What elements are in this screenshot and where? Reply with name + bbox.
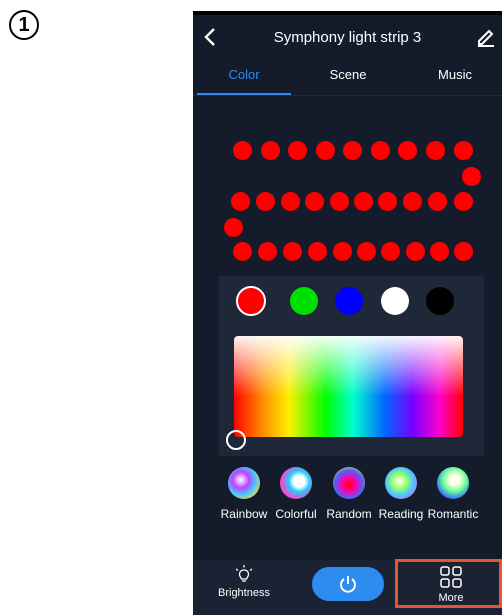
brightness-label: Brightness (218, 587, 270, 599)
page-title: Symphony light strip 3 (273, 29, 422, 46)
led-dot (233, 242, 252, 261)
tab-music[interactable]: Music (408, 67, 502, 95)
romantic-icon (437, 467, 469, 499)
led-dot (283, 242, 302, 261)
led-dot (378, 192, 397, 211)
led-dot (371, 141, 390, 160)
colorful-icon (280, 467, 312, 499)
led-dot (330, 192, 349, 211)
step-number-badge: 1 (9, 10, 39, 40)
led-dot (288, 141, 307, 160)
random-icon (333, 467, 365, 499)
chevron-left-icon (204, 28, 215, 46)
pencil-icon (478, 29, 494, 47)
led-dot (454, 192, 473, 211)
edit-button[interactable] (476, 27, 496, 47)
led-dot (224, 218, 243, 237)
tab-bar: Color Scene Music (193, 63, 502, 95)
power-icon (340, 576, 356, 593)
led-dot (462, 167, 481, 186)
rainbow-icon (228, 467, 260, 499)
led-dot (305, 192, 324, 211)
tab-divider (193, 95, 502, 96)
led-dot (281, 192, 300, 211)
led-dot (308, 242, 327, 261)
back-button[interactable] (203, 27, 223, 51)
led-dot (233, 141, 252, 160)
led-dot (454, 242, 473, 261)
effect-romantic[interactable]: Romantic (422, 463, 484, 521)
color-picker-panel (219, 276, 484, 456)
led-dot (406, 242, 425, 261)
swatch-blue[interactable] (335, 287, 363, 315)
phone-screen: Symphony light strip 3 Color Scene Music… (193, 11, 502, 615)
led-dot (381, 242, 400, 261)
lightbulb-icon (235, 565, 253, 582)
tab-color[interactable]: Color (197, 67, 291, 95)
led-dot (430, 242, 449, 261)
more-highlight-box (395, 559, 502, 608)
swatch-white[interactable] (381, 287, 409, 315)
color-picker-handle[interactable] (226, 430, 246, 450)
led-dot (231, 192, 250, 211)
led-dot (357, 242, 376, 261)
led-dot (256, 192, 275, 211)
led-dot (343, 141, 362, 160)
led-dot (454, 141, 473, 160)
tab-scene[interactable]: Scene (301, 67, 395, 95)
brightness-button[interactable]: Brightness (213, 560, 275, 599)
app-header: Symphony light strip 3 (193, 15, 502, 61)
led-dot (354, 192, 373, 211)
led-dot (258, 242, 277, 261)
led-dot (316, 141, 335, 160)
reading-icon (385, 467, 417, 499)
led-dot (426, 141, 445, 160)
led-dot (261, 141, 280, 160)
led-dot (398, 141, 417, 160)
effect-label: Romantic (427, 507, 479, 521)
swatch-red[interactable] (236, 286, 266, 316)
color-spectrum[interactable] (234, 336, 463, 437)
power-button[interactable] (312, 567, 384, 601)
led-dot (403, 192, 422, 211)
led-dot (428, 192, 447, 211)
led-dot (333, 242, 352, 261)
swatch-black[interactable] (426, 287, 454, 315)
swatch-green[interactable] (290, 287, 318, 315)
